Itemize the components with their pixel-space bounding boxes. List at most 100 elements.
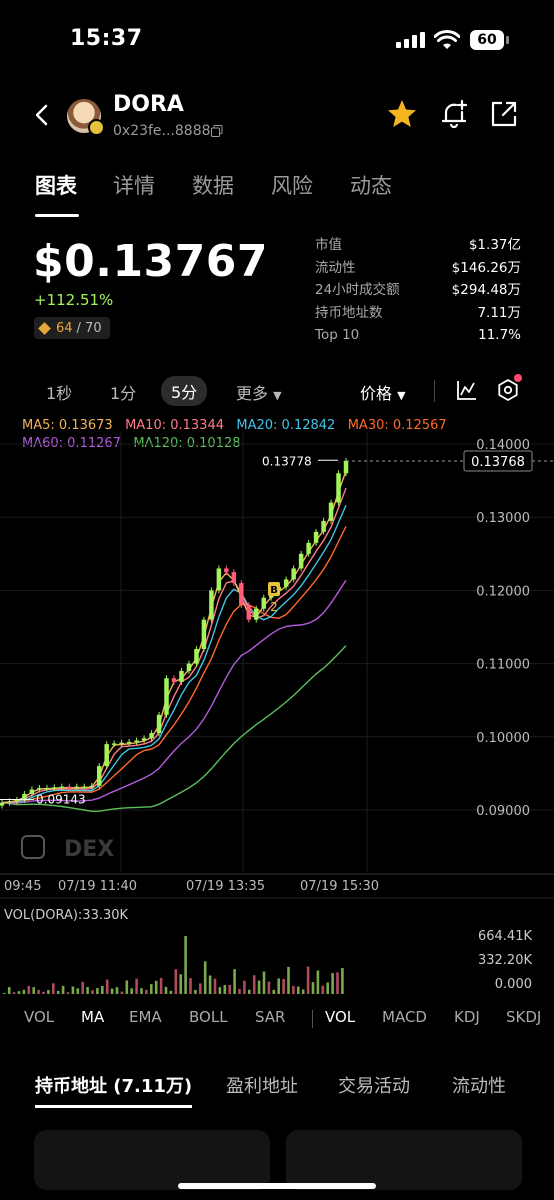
token-name: DORA [113, 92, 184, 117]
volume-bar [311, 982, 315, 994]
x-axis: 09:45 07/19 11:40 07/19 13:35 07/19 15:30 [0, 879, 554, 899]
candle [0, 802, 5, 806]
status-time: 15:37 [70, 26, 143, 51]
volume-bar [306, 966, 310, 994]
stat-row-holders: 持币地址数 7.11万 [315, 304, 521, 321]
candle [171, 678, 177, 682]
tab-liquidity[interactable]: 流动性 [452, 1072, 506, 1098]
volume-bar [115, 987, 119, 994]
candle [82, 786, 87, 789]
volume-bar [159, 977, 163, 994]
tab-holders[interactable]: 持币地址 (7.11万) [35, 1072, 192, 1098]
volume-bar [238, 988, 241, 994]
volume-bar [228, 984, 231, 994]
candle [254, 608, 259, 620]
score-max: / 70 [76, 320, 102, 336]
candle [126, 741, 132, 744]
tab-data[interactable]: 数据 [192, 170, 234, 200]
buy-marker-label: B [270, 585, 278, 596]
candle [216, 568, 222, 591]
volume-bar [316, 970, 320, 994]
holder-card-left[interactable] [34, 1130, 270, 1190]
candle [52, 787, 57, 789]
candle [141, 738, 147, 741]
volume-bar [22, 989, 26, 994]
stat-row-volume-24h: 24小时成交额 $294.48万 [315, 282, 521, 298]
indicator-ma[interactable]: MA [81, 1008, 104, 1026]
candle [261, 597, 266, 609]
volume-bar [7, 987, 11, 994]
timeframe-5m[interactable]: 5分 [161, 376, 208, 406]
indicator-divider [312, 1010, 313, 1028]
candle [328, 502, 334, 521]
candle [59, 786, 65, 789]
security-score-badge[interactable]: 64 / 70 [34, 317, 110, 339]
indicator-kdj[interactable]: KDJ [454, 1008, 480, 1026]
indicator-ema[interactable]: EMA [129, 1008, 162, 1026]
indicator-macd[interactable]: MACD [382, 1008, 427, 1026]
volume-bar [17, 991, 21, 994]
price-alert-icon[interactable] [438, 98, 470, 130]
timeframe-1s[interactable]: 1秒 [46, 380, 72, 404]
indicator-chart-icon[interactable] [455, 378, 479, 402]
candle [29, 789, 35, 794]
tab-activity[interactable]: 动态 [350, 170, 392, 200]
volume-tick-label: 664.41K [478, 929, 532, 944]
indicator-vol-main[interactable]: VOL [24, 1008, 54, 1026]
favorite-star-icon[interactable] [386, 98, 418, 130]
indicator-vol-sub[interactable]: VOL [325, 1008, 355, 1026]
volume-bar [91, 990, 94, 994]
candle [283, 579, 289, 587]
token-address: 0x23fe...8888 [113, 123, 211, 139]
back-icon[interactable] [30, 100, 52, 130]
volume-bar [96, 988, 99, 994]
chart-grid [0, 432, 554, 875]
volume-bar [71, 986, 75, 994]
volume-bar [179, 974, 182, 994]
tab-chart[interactable]: 图表 [35, 170, 77, 200]
price-dropdown[interactable]: 价格 ▼ [360, 380, 406, 404]
tab-details[interactable]: 详情 [113, 170, 155, 200]
signal-icon [396, 32, 425, 48]
volume-bar [184, 936, 187, 994]
volume-bar [42, 991, 45, 994]
ma30-line [1, 526, 347, 804]
tab-profit-addresses[interactable]: 盈利地址 [226, 1072, 298, 1098]
holder-card-right[interactable] [286, 1130, 522, 1190]
volume-bar [145, 989, 148, 994]
indicator-boll[interactable]: BOLL [189, 1008, 228, 1026]
volume-bar [248, 989, 251, 994]
volume-bar [3, 992, 6, 994]
indicator-sar[interactable]: SAR [255, 1008, 285, 1026]
tab-trade-activity[interactable]: 交易活动 [338, 1072, 410, 1098]
volume-bar [125, 980, 129, 994]
volume-bar [135, 978, 138, 994]
volume-label: VOL(DORA):33.30K [4, 908, 129, 923]
candle [209, 590, 214, 620]
timeframe-1m[interactable]: 1分 [110, 380, 136, 404]
current-price: $0.13767 [33, 236, 269, 287]
home-indicator [178, 1183, 376, 1189]
candle [313, 531, 319, 543]
share-icon[interactable] [488, 98, 520, 130]
candle [111, 743, 117, 745]
volume-bar [297, 986, 300, 994]
volume-bar [199, 983, 202, 994]
volume-bar [326, 982, 329, 994]
volume-bar [52, 983, 55, 994]
volume-bar [208, 975, 212, 994]
y-tick-label: 0.13000 [476, 511, 530, 526]
candle [37, 788, 42, 790]
candle [67, 786, 72, 789]
indicator-skdj[interactable]: SKDJ [506, 1008, 541, 1026]
copy-icon[interactable] [211, 125, 223, 137]
x-tick-label: 07/19 13:35 [186, 879, 265, 894]
candle [246, 605, 252, 620]
timeframe-more[interactable]: 更多 ▼ [236, 380, 282, 404]
candle [89, 785, 94, 788]
ma20-line [1, 504, 347, 804]
tab-risk[interactable]: 风险 [271, 170, 313, 200]
volume-bars [3, 936, 344, 994]
section-tabs: 图表 详情 数据 风险 动态 [0, 170, 554, 210]
volume-bar [110, 988, 114, 994]
